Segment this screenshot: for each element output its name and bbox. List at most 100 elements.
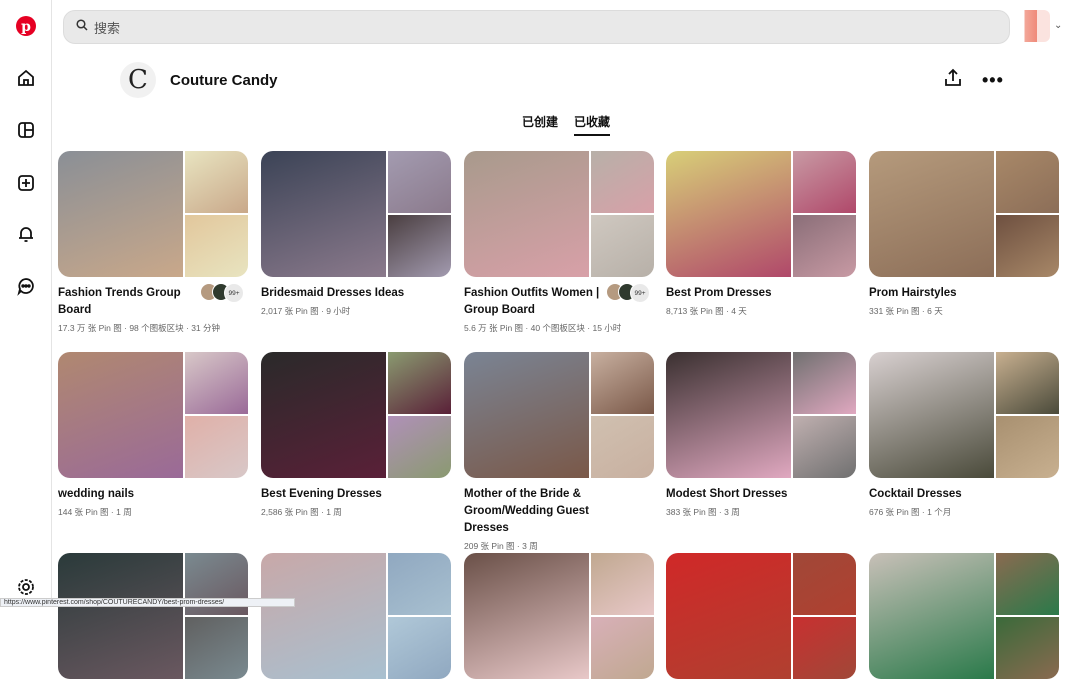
board-card[interactable] [261,553,451,679]
tab-saved[interactable]: 已收藏 [574,113,611,136]
cover-image [388,352,451,414]
cover-image [996,553,1059,615]
cover-image [58,352,183,478]
cover-image [261,352,386,478]
board-cover-images[interactable] [261,553,451,679]
board-title[interactable]: wedding nails [58,486,208,503]
board-title[interactable]: Fashion Outfits Women | Group Board [464,285,614,319]
sidebar: p [0,0,52,607]
user-avatar[interactable] [1018,10,1050,42]
cover-image [996,617,1059,679]
cover-image [869,352,994,478]
tab-created[interactable]: 已创建 [522,113,558,134]
profile-logo[interactable]: C [120,62,156,98]
cover-image [591,352,654,414]
board-card[interactable]: Modest Short Dresses 383 张 Pin 图 · 3 周 [666,352,856,518]
board-card[interactable]: Best Evening Dresses 2,586 张 Pin 图 · 1 周 [261,352,451,518]
settings-gear-icon[interactable] [14,575,38,599]
board-cover-images[interactable] [869,352,1059,478]
board-card[interactable]: Mother of the Bride & Groom/Wedding Gues… [464,352,654,552]
board-cover-images[interactable] [58,352,248,478]
cover-image [185,352,248,414]
search-icon [76,18,88,36]
cover-image [185,617,248,679]
cover-image [58,151,183,277]
board-title[interactable]: Best Prom Dresses [666,285,816,302]
board-title[interactable]: Prom Hairstyles [869,285,1019,302]
board-cover-images[interactable] [869,151,1059,277]
pinterest-logo-icon[interactable]: p [14,14,38,38]
board-meta: 383 张 Pin 图 · 3 周 [666,507,740,517]
home-icon[interactable] [14,66,38,90]
collaborators[interactable]: 99+ [606,283,650,303]
cover-image [388,617,451,679]
cover-image [996,352,1059,414]
board-card[interactable]: Fashion Trends Group Board 17.3 万 张 Pin 图… [58,151,248,334]
search-input[interactable]: 搜索 [94,18,120,37]
board-cover-images[interactable] [261,352,451,478]
cover-image [388,215,451,277]
cover-image [793,553,856,615]
cover-image [666,352,791,478]
cover-image [666,553,791,679]
cover-image [464,352,589,478]
cover-image [388,553,451,615]
board-cover-images[interactable] [666,553,856,679]
share-icon[interactable] [942,67,964,94]
board-title[interactable]: Fashion Trends Group Board [58,285,208,319]
cover-image [591,553,654,615]
explore-icon[interactable] [14,118,38,142]
collaborators[interactable]: 99+ [200,283,244,303]
board-card[interactable] [869,553,1059,679]
cover-image [464,151,589,277]
board-title[interactable]: Bridesmaid Dresses Ideas [261,285,411,302]
account-chevron-down-icon[interactable]: ⌄ [1054,20,1062,31]
board-card[interactable]: Bridesmaid Dresses Ideas 2,017 张 Pin 图 · … [261,151,451,317]
board-meta: 8,713 张 Pin 图 · 4 天 [666,306,747,316]
board-cover-images[interactable] [464,352,654,478]
notifications-bell-icon[interactable] [14,222,38,246]
cover-image [996,416,1059,478]
search-bar[interactable]: 搜索 [63,10,1010,44]
board-card[interactable]: Cocktail Dresses 676 张 Pin 图 · 1 个月 [869,352,1059,518]
cover-image [591,151,654,213]
board-cover-images[interactable] [666,352,856,478]
cover-image [185,215,248,277]
board-cover-images[interactable] [58,553,248,679]
board-card[interactable]: wedding nails 144 张 Pin 图 · 1 周 [58,352,248,518]
board-card[interactable]: Prom Hairstyles 331 张 Pin 图 · 6 天 [869,151,1059,317]
cover-image [793,416,856,478]
cover-image [793,617,856,679]
board-title[interactable]: Best Evening Dresses [261,486,411,503]
board-meta: 144 张 Pin 图 · 1 周 [58,507,132,517]
board-cover-images[interactable] [261,151,451,277]
svg-text:p: p [21,19,31,35]
board-cover-images[interactable] [58,151,248,277]
board-cover-images[interactable] [464,151,654,277]
board-card[interactable]: Best Prom Dresses 8,713 张 Pin 图 · 4 天 [666,151,856,317]
cover-image [996,215,1059,277]
more-options-icon[interactable]: ••• [982,70,1004,91]
cover-image [388,151,451,213]
board-meta: 5.6 万 张 Pin 图 · 40 个图板区块 · 15 小时 [464,323,622,333]
board-meta: 17.3 万 张 Pin 图 · 98 个图板区块 · 31 分钟 [58,323,221,333]
board-card[interactable] [666,553,856,679]
create-icon[interactable] [14,171,38,195]
board-cover-images[interactable] [464,553,654,679]
board-meta: 209 张 Pin 图 · 3 周 [464,541,538,551]
status-bar-url: https://www.pinterest.com/shop/COUTURECA… [0,598,295,607]
board-card[interactable]: Fashion Outfits Women | Group Board 5.6 万… [464,151,654,334]
cover-image [591,617,654,679]
cover-image [591,416,654,478]
messages-icon[interactable] [14,274,38,298]
board-card[interactable] [58,553,248,679]
board-cover-images[interactable] [869,553,1059,679]
board-title[interactable]: Modest Short Dresses [666,486,816,503]
board-title[interactable]: Cocktail Dresses [869,486,1019,503]
board-cover-images[interactable] [666,151,856,277]
cover-image [793,215,856,277]
board-card[interactable] [464,553,654,679]
board-meta: 2,017 张 Pin 图 · 9 小时 [261,306,351,316]
board-meta: 676 张 Pin 图 · 1 个月 [869,507,952,517]
board-title[interactable]: Mother of the Bride & Groom/Wedding Gues… [464,486,614,537]
